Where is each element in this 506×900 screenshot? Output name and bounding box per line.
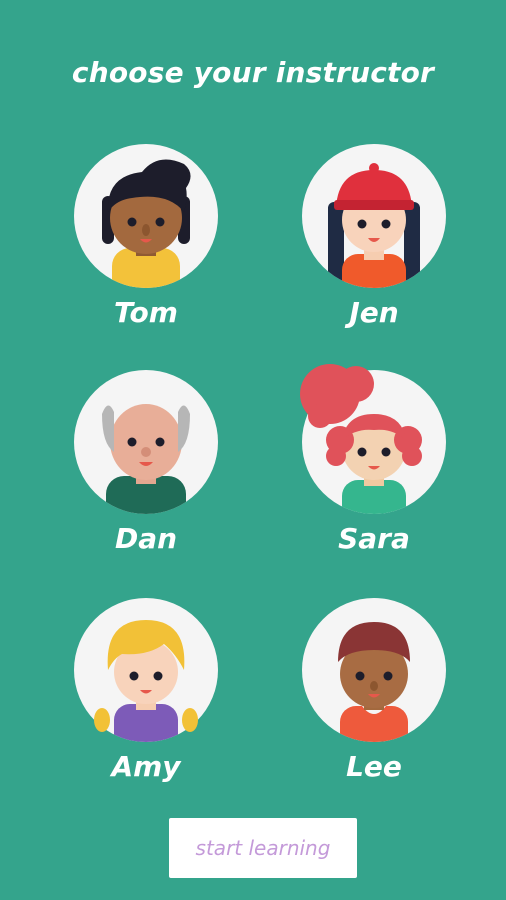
instructor-card-amy[interactable]: Amy: [56, 596, 236, 796]
lee-avatar-icon[interactable]: [300, 596, 448, 744]
instructor-name-jen: Jen: [349, 296, 399, 329]
instructor-name-lee: Lee: [346, 750, 402, 783]
instructor-name-sara: Sara: [338, 522, 410, 555]
sara-avatar-icon[interactable]: [300, 364, 448, 516]
start-learning-button[interactable]: start learning: [169, 818, 357, 878]
tom-avatar-icon[interactable]: [72, 142, 220, 290]
jen-avatar-icon[interactable]: [300, 142, 448, 290]
instructor-name-amy: Amy: [111, 750, 181, 783]
instructor-card-jen[interactable]: Jen: [284, 142, 464, 342]
instructor-card-dan[interactable]: Dan: [56, 368, 236, 568]
instructor-card-sara[interactable]: Sara: [284, 364, 464, 568]
instructor-card-tom[interactable]: Tom: [56, 142, 236, 342]
page-title: choose your instructor: [71, 56, 435, 89]
dan-avatar-icon[interactable]: [72, 368, 220, 516]
instructor-name-dan: Dan: [114, 522, 178, 555]
amy-avatar-icon[interactable]: [72, 596, 220, 744]
instructor-name-tom: Tom: [114, 296, 178, 329]
instructor-card-lee[interactable]: Lee: [284, 596, 464, 796]
